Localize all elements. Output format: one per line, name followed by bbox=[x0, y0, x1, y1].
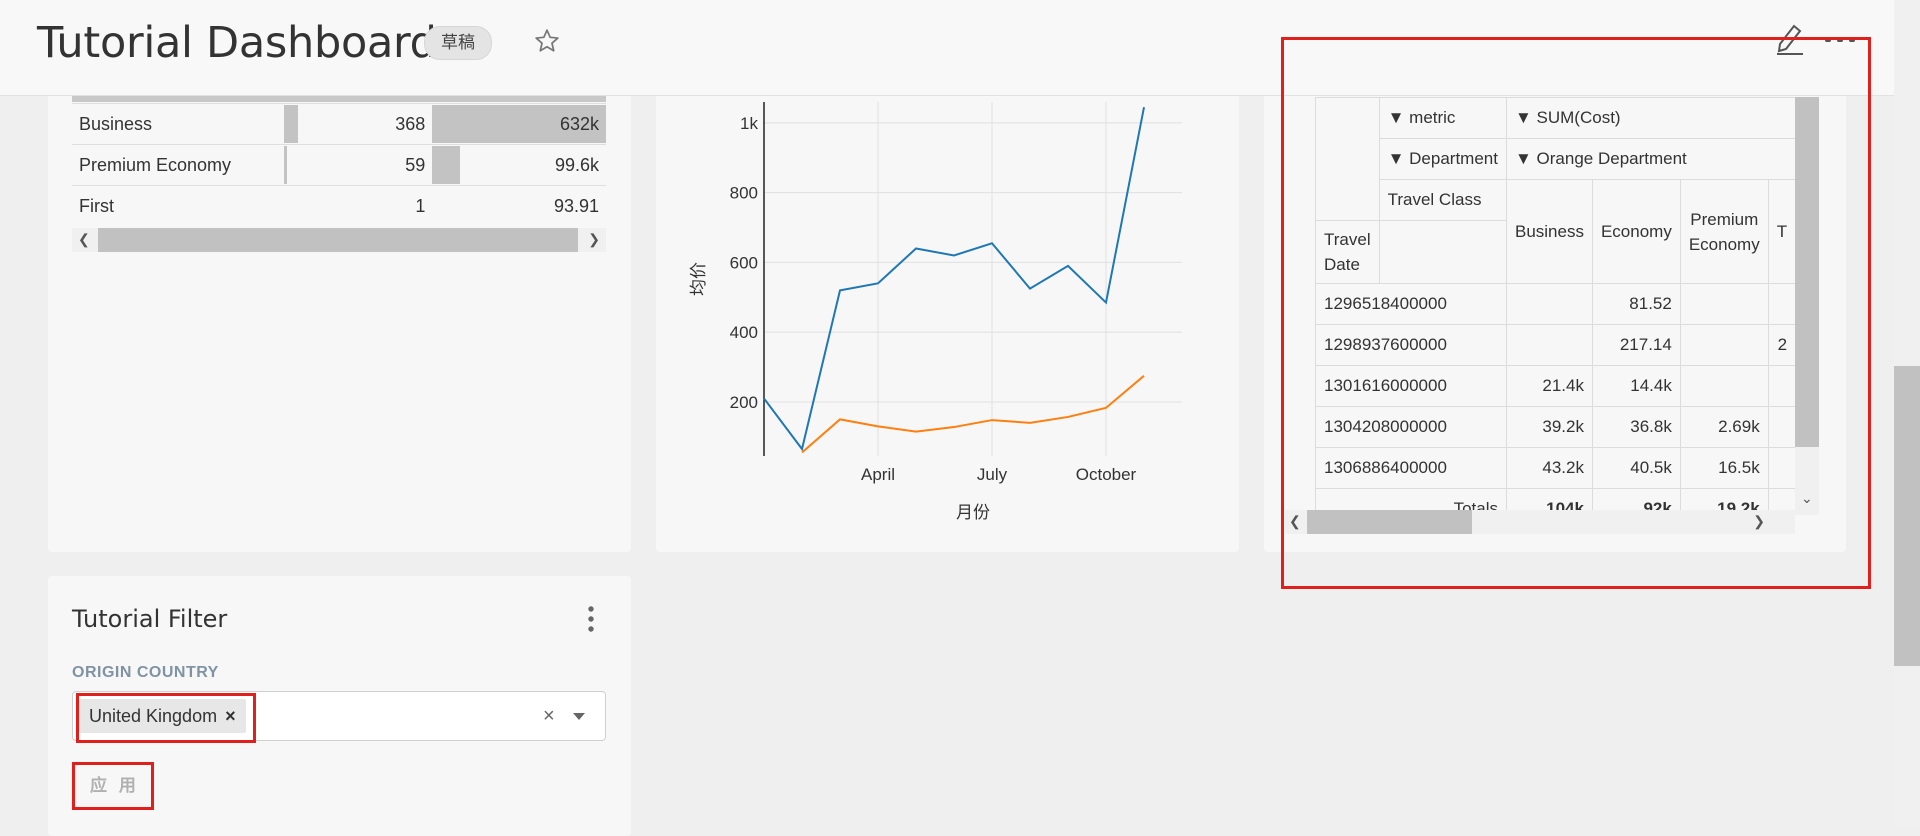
x-tick-label: April bbox=[861, 465, 895, 484]
series-line-1 bbox=[763, 107, 1145, 452]
table-header-bar bbox=[72, 96, 606, 102]
count-bar bbox=[284, 105, 298, 143]
class-name: First bbox=[72, 185, 285, 226]
scrollbar-thumb[interactable] bbox=[1894, 366, 1920, 666]
x-axis-label: 月份 bbox=[956, 503, 990, 523]
scrollbar-thumb[interactable] bbox=[98, 228, 578, 252]
page-scrollbar[interactable] bbox=[1894, 0, 1920, 828]
sum-value: 632k bbox=[559, 113, 599, 134]
star-icon[interactable] bbox=[534, 28, 560, 54]
sum-cell: 632k bbox=[432, 103, 606, 145]
page-title: Tutorial Dashboard bbox=[37, 18, 437, 68]
highlight-box bbox=[76, 693, 256, 743]
horizontal-scrollbar[interactable]: ❮ ❯ bbox=[72, 228, 606, 252]
series-line-2 bbox=[801, 375, 1145, 454]
scroll-left-icon[interactable]: ❮ bbox=[78, 231, 90, 248]
scroll-right-icon[interactable]: ❯ bbox=[588, 231, 600, 248]
class-name: Premium Economy bbox=[72, 144, 285, 186]
count-cell: 1 bbox=[284, 185, 433, 226]
sum-value: 99.6k bbox=[554, 154, 599, 175]
x-tick-label: July bbox=[977, 465, 1008, 484]
table-row: Business 368 632k bbox=[72, 103, 606, 145]
table-row: Premium Economy 59 99.6k bbox=[72, 144, 606, 186]
count-bar bbox=[284, 146, 287, 184]
travel-class-table-card: Business 368 632k Premium Economy 59 99.6k Fir… bbox=[48, 60, 631, 552]
class-name: Business bbox=[72, 103, 285, 145]
count-cell: 368 bbox=[284, 103, 433, 145]
sum-bar bbox=[432, 146, 461, 184]
count-value: 59 bbox=[405, 154, 426, 175]
y-tick-label: 400 bbox=[730, 323, 758, 342]
table-row: First 1 93.91 bbox=[72, 185, 606, 226]
highlight-box bbox=[1281, 37, 1871, 589]
y-tick-label: 800 bbox=[730, 184, 758, 203]
clear-icon[interactable]: × bbox=[543, 705, 555, 728]
highlight-box bbox=[72, 762, 154, 810]
line-chart: 200 400 600 800 1k April July October 月份 均价 bbox=[689, 102, 1182, 523]
chevron-down-icon[interactable] bbox=[573, 713, 585, 720]
sum-value: 93.91 bbox=[553, 195, 599, 216]
filter-title: Tutorial Filter bbox=[72, 605, 228, 633]
y-tick-label: 1k bbox=[740, 114, 758, 133]
y-tick-label: 200 bbox=[730, 393, 758, 412]
x-tick-label: October bbox=[1076, 465, 1137, 484]
kebab-menu-icon[interactable] bbox=[586, 604, 596, 634]
sum-cell: 99.6k bbox=[432, 144, 606, 186]
line-chart-card: 200 400 600 800 1k April July October 月份 均价 bbox=[656, 60, 1239, 552]
sum-cell: 93.91 bbox=[432, 185, 606, 226]
travel-class-table: Business 368 632k Premium Economy 59 99.6k Fir… bbox=[72, 103, 606, 226]
count-cell: 59 bbox=[284, 144, 433, 186]
y-axis-label: 均价 bbox=[689, 262, 709, 296]
status-badge[interactable]: 草稿 bbox=[424, 26, 492, 60]
count-value: 1 bbox=[415, 195, 426, 216]
count-value: 368 bbox=[395, 113, 426, 134]
field-label: ORIGIN COUNTRY bbox=[72, 664, 219, 681]
y-tick-label: 600 bbox=[730, 253, 758, 272]
